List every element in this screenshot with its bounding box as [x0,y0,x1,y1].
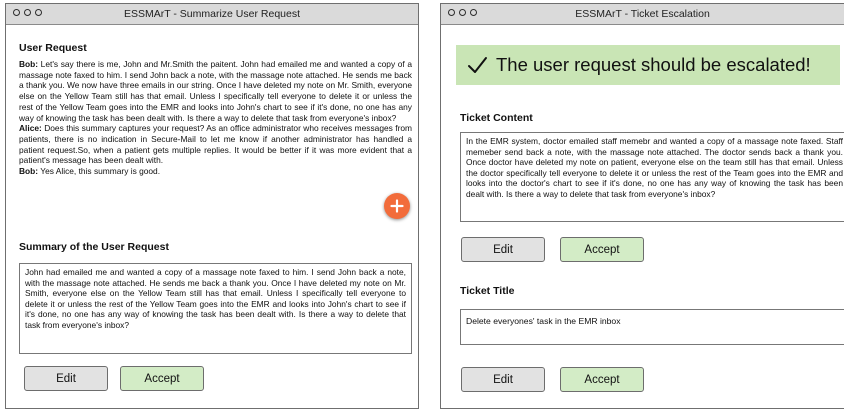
title-accept-button[interactable]: Accept [560,367,644,392]
edit-button[interactable]: Edit [24,366,108,391]
ticket-escalation-window: ESSMArT - Ticket Escalation The user req… [440,3,844,409]
escalation-banner: The user request should be escalated! [456,45,840,85]
ticket-content-text: In the EMR system, doctor emailed staff … [466,136,843,199]
bob-reply: Yes Alice, this summary is good. [38,166,161,177]
summarize-window: ESSMArT - Summarize User Request User Re… [5,3,419,409]
summary-text: John had emailed me and wanted a copy of… [25,267,406,330]
content-accept-button[interactable]: Accept [560,237,644,262]
ticket-title-value: Delete everyones' task in the EMR inbox [466,316,621,326]
summary-textarea[interactable]: John had emailed me and wanted a copy of… [19,263,412,354]
ticket-title-heading: Ticket Title [460,285,515,297]
content-edit-button[interactable]: Edit [461,237,545,262]
window-title: ESSMArT - Ticket Escalation [575,8,710,20]
alice-label: Alice: [19,123,42,134]
plus-icon [390,199,404,213]
user-request-heading: User Request [19,42,87,54]
window-titlebar: ESSMArT - Ticket Escalation [441,4,844,25]
summary-heading: Summary of the User Request [19,241,169,253]
ticket-content-heading: Ticket Content [460,112,533,124]
window-title: ESSMArT - Summarize User Request [123,8,301,20]
bob-label-2: Bob: [19,166,39,177]
add-button[interactable] [384,193,410,219]
window-titlebar: ESSMArT - Summarize User Request [6,4,418,25]
ticket-content-textarea[interactable]: In the EMR system, doctor emailed staff … [460,132,844,222]
banner-text: The user request should be escalated! [496,54,811,75]
ticket-title-input[interactable]: Delete everyones' task in the EMR inbox [460,309,844,345]
conversation-text: Bob: Let's say there is me, John and Mr.… [19,59,412,177]
alice-message: Does this summary captures your request?… [19,123,412,166]
accept-button[interactable]: Accept [120,366,204,391]
bob-message: Let's say there is me, John and Mr.Smith… [19,59,412,123]
bob-label: Bob: [19,59,39,69]
checkmark-icon [468,57,487,73]
title-edit-button[interactable]: Edit [461,367,545,392]
